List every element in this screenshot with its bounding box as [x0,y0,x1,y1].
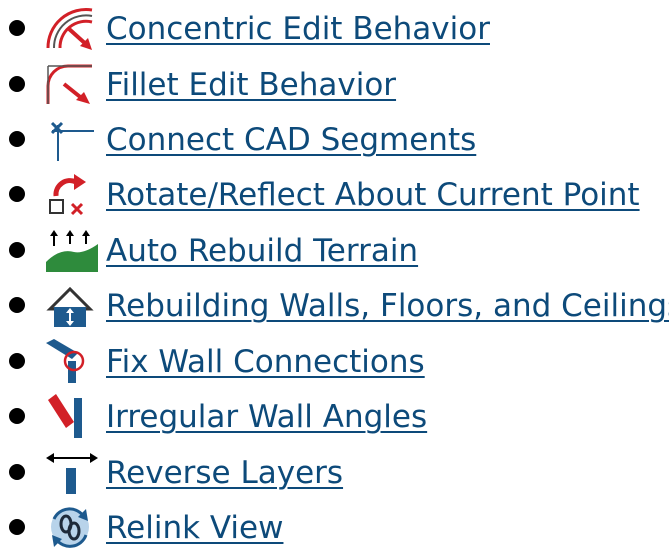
list-item: Rotate/Reflect About Current Point [0,172,669,216]
list-item: Relink View [0,505,669,549]
bullet [9,297,25,313]
link-concentric-edit[interactable]: Concentric Edit Behavior [106,10,490,48]
link-relink-view[interactable]: Relink View [106,509,283,547]
list-item: Concentric Edit Behavior [0,6,669,50]
list-item: Reverse Layers [0,450,669,494]
link-connect-cad-segments[interactable]: Connect CAD Segments [106,121,476,159]
bullet [9,519,25,535]
link-irregular-wall-angles[interactable]: Irregular Wall Angles [106,398,427,436]
link-rotate-reflect[interactable]: Rotate/Reflect About Current Point [106,176,640,214]
bullet [9,76,25,92]
fillet-edit-icon [44,62,100,106]
wall-angle-icon [44,394,100,438]
link-fillet-edit[interactable]: Fillet Edit Behavior [106,66,396,104]
wall-connection-icon [44,339,100,383]
terrain-icon [44,228,100,272]
bullet [9,131,25,147]
bullet [9,464,25,480]
list-item: Fillet Edit Behavior [0,62,669,106]
link-fix-wall-connections[interactable]: Fix Wall Connections [106,343,425,381]
link-auto-rebuild-terrain[interactable]: Auto Rebuild Terrain [106,232,418,270]
reverse-layers-icon [44,450,100,494]
bullet [9,20,25,36]
list-item: Fix Wall Connections [0,339,669,383]
house-rebuild-icon [44,283,100,327]
link-reverse-layers[interactable]: Reverse Layers [106,454,343,492]
bullet [9,408,25,424]
list-item: Connect CAD Segments [0,117,669,161]
concentric-edit-icon [44,6,100,50]
relink-icon [44,505,100,549]
link-rebuilding-walls[interactable]: Rebuilding Walls, Floors, and Ceilings [106,287,669,325]
list-item: Rebuilding Walls, Floors, and Ceilings [0,283,669,327]
connect-segments-icon [44,117,100,161]
list-item: Irregular Wall Angles [0,394,669,438]
bullet [9,353,25,369]
bullet [9,186,25,202]
list-item: Auto Rebuild Terrain [0,228,669,272]
rotate-reflect-icon [44,172,100,216]
bullet [9,242,25,258]
